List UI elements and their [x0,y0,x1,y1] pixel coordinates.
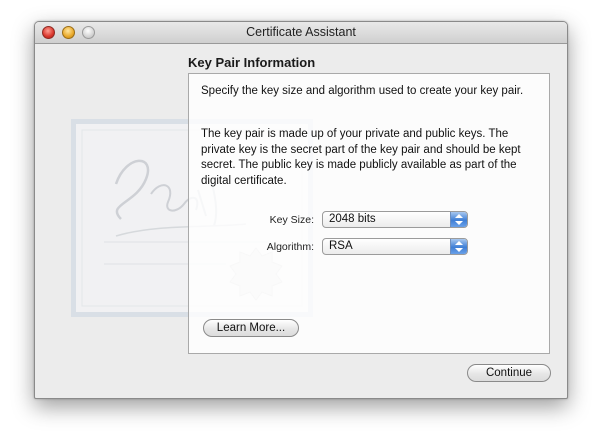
algorithm-value: RSA [329,240,353,252]
up-down-stepper-icon[interactable] [450,239,467,254]
continue-button[interactable]: Continue [467,364,551,382]
title-bar[interactable]: Certificate Assistant [35,22,567,44]
learn-more-button[interactable]: Learn More... [203,319,299,337]
key-size-label: Key Size: [269,214,314,226]
window-title: Certificate Assistant [246,25,356,39]
key-size-value: 2048 bits [329,213,376,225]
key-size-select[interactable]: 2048 bits [322,211,468,228]
key-pair-explanation-text: The key pair is made up of your private … [201,128,521,187]
section-title: Key Pair Information [188,55,316,70]
up-down-stepper-icon[interactable] [450,212,467,227]
description-text: Specify the key size and algorithm used … [201,85,524,97]
algorithm-select[interactable]: RSA [322,238,468,255]
certificate-assistant-window: Certificate Assistant Key Pair Informati… [34,21,568,399]
content-panel: Specify the key size and algorithm used … [188,73,550,354]
algorithm-label: Algorithm: [266,241,314,253]
